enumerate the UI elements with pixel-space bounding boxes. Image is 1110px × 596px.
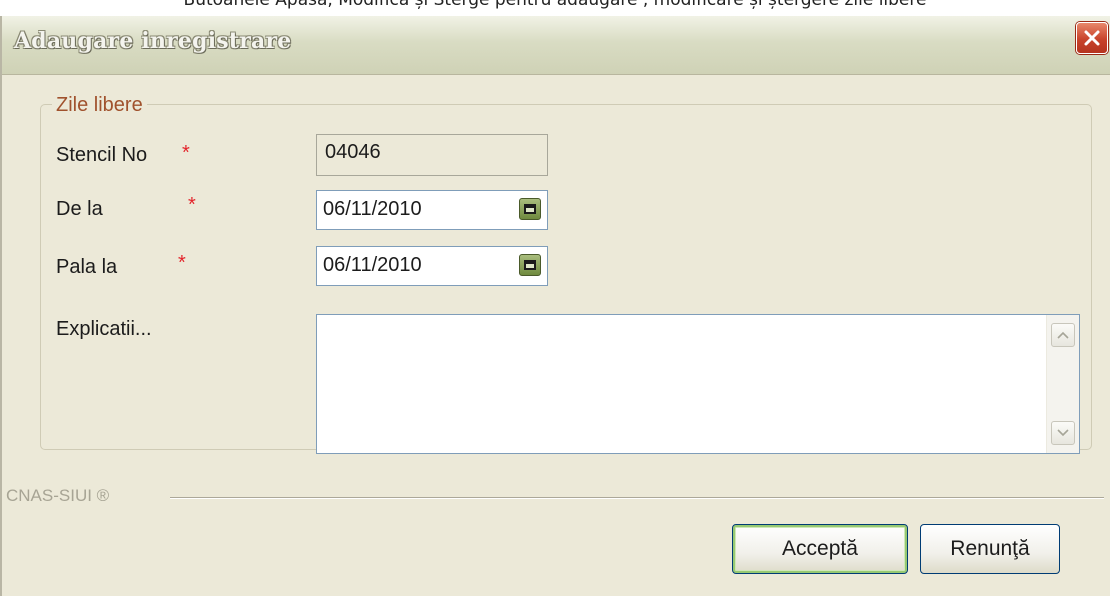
- notes-textarea[interactable]: [316, 314, 1080, 454]
- to-date-required-mark: *: [178, 252, 186, 274]
- notes-label: Explicatii...: [56, 318, 152, 340]
- to-date-value: 06/11/2010: [323, 254, 422, 276]
- calendar-icon: [524, 260, 536, 270]
- group-legend: Zile libere: [52, 94, 147, 117]
- background-caption: Butoanele Apasa, Modifica și Sterge pent…: [183, 0, 927, 10]
- stencil-required-mark: *: [182, 142, 190, 164]
- to-date-calendar-button[interactable]: [519, 254, 541, 276]
- chevron-up-icon: [1057, 331, 1069, 339]
- from-date-calendar-button[interactable]: [519, 198, 541, 220]
- from-date-label: De la: [56, 198, 103, 220]
- cancel-button[interactable]: Renunţă: [920, 524, 1060, 574]
- close-icon: [1084, 30, 1100, 46]
- chevron-down-icon: [1057, 429, 1069, 437]
- from-date-value: 06/11/2010: [323, 198, 422, 220]
- notes-scrollbar[interactable]: [1046, 315, 1079, 453]
- accept-button[interactable]: Acceptă: [732, 524, 908, 574]
- footer-divider: [170, 497, 1104, 499]
- add-record-dialog: Adaugare inregistrare Zile libere Stenci…: [0, 16, 1110, 596]
- from-date-input[interactable]: 06/11/2010: [316, 190, 548, 230]
- calendar-icon: [524, 204, 536, 214]
- close-button[interactable]: [1076, 22, 1108, 54]
- footer-brand: CNAS-SIUI ®: [6, 486, 110, 505]
- scroll-up-button[interactable]: [1051, 323, 1075, 347]
- to-date-input[interactable]: 06/11/2010: [316, 246, 548, 286]
- to-date-label: Pala la: [56, 256, 118, 278]
- window-title: Adaugare inregistrare: [14, 28, 292, 54]
- title-bar[interactable]: Adaugare inregistrare: [2, 16, 1110, 75]
- scroll-down-button[interactable]: [1051, 421, 1075, 445]
- from-date-required-mark: *: [188, 194, 196, 216]
- stencil-label: Stencil No: [56, 144, 148, 166]
- stencil-field: 04046: [316, 134, 548, 176]
